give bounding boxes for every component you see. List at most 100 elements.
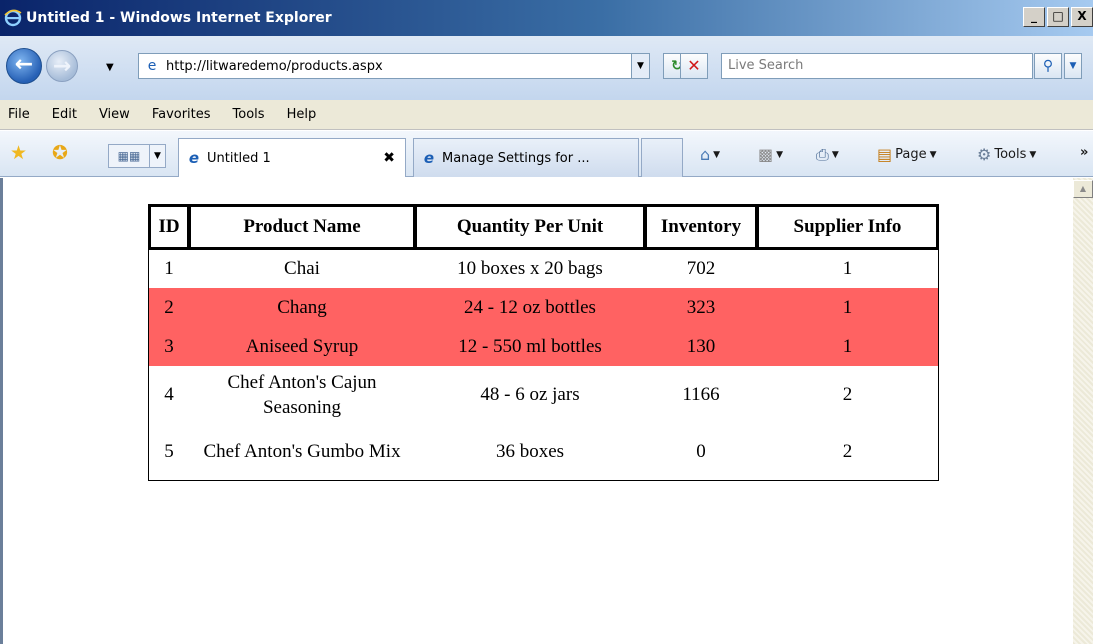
scroll-up-arrow-icon[interactable]: ▲ (1073, 180, 1093, 198)
cell-inventory: 323 (645, 288, 757, 327)
tab-manage-settings[interactable]: e Manage Settings for ... (413, 138, 639, 177)
vertical-scrollbar[interactable]: ▲ (1073, 178, 1093, 644)
forward-button[interactable]: → (46, 50, 78, 82)
column-header-quantity-per-unit: Quantity Per Unit (414, 204, 646, 250)
new-tab-button[interactable] (641, 138, 683, 177)
title-bar: Untitled 1 - Windows Internet Explorer _… (0, 0, 1093, 36)
chevron-down-icon[interactable]: ▼ (713, 150, 720, 160)
table-header-row: ID Product Name Quantity Per Unit Invent… (148, 204, 939, 250)
cell-product-name: Chef Anton's Gumbo Mix (203, 441, 401, 462)
column-header-supplier-info: Supplier Info (756, 204, 939, 250)
tab-label: Manage Settings for ... (442, 150, 590, 166)
address-field[interactable]: e http://litwaredemo/products.aspx ▼ (138, 53, 650, 79)
page-menu-label: Page (895, 147, 927, 162)
gear-icon: ⚙ (977, 145, 992, 164)
rss-feed-icon: ▩ (758, 145, 774, 164)
forward-arrow-icon: → (52, 54, 72, 79)
table-row-highlighted: 2 Chang 24 - 12 oz bottles 323 1 (149, 288, 938, 327)
menu-bar: File Edit View Favorites Tools Help (0, 100, 1093, 130)
cell-quantity-per-unit: 36 boxes (495, 441, 565, 462)
cell-supplier-info: 1 (757, 288, 938, 327)
cell-id: 1 (164, 257, 174, 279)
column-header-product-name: Product Name (188, 204, 416, 250)
tools-menu-button[interactable]: ⚙ Tools ▼ (977, 145, 1036, 164)
menu-edit[interactable]: Edit (41, 107, 88, 122)
search-options-dropdown-icon[interactable]: ▼ (1064, 53, 1082, 79)
stop-icon: ✕ (687, 56, 701, 75)
table-row: 5 Chef Anton's Gumbo Mix 36 boxes 0 2 (149, 423, 938, 480)
cell-supplier-info: 2 (842, 441, 853, 462)
back-arrow-icon: ← (14, 52, 34, 77)
minimize-button[interactable]: _ (1023, 7, 1045, 27)
cell-quantity-per-unit: 10 boxes x 20 bags (457, 257, 603, 279)
table-row: 1 Chai 10 boxes x 20 bags 702 1 (149, 249, 938, 288)
back-button[interactable]: ← (6, 48, 42, 84)
ie-page-icon: e (423, 149, 435, 167)
menu-favorites[interactable]: Favorites (141, 107, 222, 122)
cell-product-name: Chai (284, 257, 320, 279)
column-header-id: ID (148, 204, 190, 250)
page-menu-button[interactable]: ▤ Page ▼ (877, 145, 937, 164)
magnifier-icon: ⚲ (1042, 58, 1054, 74)
quick-tabs-grid-icon: ▦▦ (117, 149, 141, 163)
cell-id: 5 (164, 441, 174, 462)
feeds-button[interactable]: ▩ ▼ (758, 145, 783, 164)
chevron-down-icon[interactable]: ▼ (832, 150, 839, 160)
cell-quantity-per-unit: 48 - 6 oz jars (480, 384, 580, 405)
menu-file[interactable]: File (0, 107, 41, 122)
chevron-down-icon: ▼ (929, 149, 937, 160)
cell-inventory: 0 (696, 441, 706, 462)
cell-supplier-info: 1 (842, 257, 853, 279)
print-button[interactable]: ⎙ ▼ (816, 145, 839, 165)
chevron-down-icon: ▼ (1029, 149, 1037, 160)
favorites-center-star-icon[interactable]: ★ (10, 143, 27, 163)
ie-logo-icon (4, 9, 22, 27)
address-toolbar: ← → ▼ e http://litwaredemo/products.aspx… (0, 36, 1093, 100)
cell-quantity-per-unit: 24 - 12 oz bottles (415, 288, 645, 327)
cell-product-name: Chef Anton's Cajun Seasoning (227, 371, 377, 418)
page-icon: e (147, 58, 157, 74)
recent-pages-dropdown-icon[interactable]: ▼ (106, 62, 114, 73)
close-window-button[interactable]: X (1071, 7, 1093, 27)
window-controls: _ □ X (1023, 7, 1093, 27)
cell-id: 3 (149, 327, 189, 366)
address-dropdown-icon[interactable]: ▼ (631, 54, 649, 78)
chevron-down-icon[interactable]: ▼ (776, 150, 783, 160)
tab-list-dropdown-icon[interactable]: ▼ (150, 144, 166, 168)
chevron-right-icon: » (1080, 145, 1089, 160)
table-row-highlighted: 3 Aniseed Syrup 12 - 550 ml bottles 130 … (149, 327, 938, 366)
cell-supplier-info: 1 (757, 327, 938, 366)
tools-menu-label: Tools (994, 147, 1027, 162)
home-icon: ⌂ (700, 145, 711, 164)
home-button[interactable]: ⌂ ▼ (700, 145, 720, 164)
toolbar-overflow-button[interactable]: » (1080, 145, 1088, 160)
menu-view[interactable]: View (88, 107, 141, 122)
search-button[interactable]: ⚲ (1034, 53, 1062, 79)
tab-bar: ★ ✪ ▦▦ ▼ e Untitled 1 ✖ e Manage Setting… (0, 131, 1093, 177)
add-to-favorites-star-icon[interactable]: ✪ (52, 143, 68, 163)
cell-id: 4 (164, 384, 174, 405)
column-header-inventory: Inventory (644, 204, 758, 250)
cell-supplier-info: 2 (842, 384, 853, 405)
cell-id: 2 (149, 288, 189, 327)
close-tab-icon[interactable]: ✖ (383, 150, 395, 166)
tab-untitled-1[interactable]: e Untitled 1 ✖ (178, 138, 406, 177)
maximize-button[interactable]: □ (1047, 7, 1069, 27)
quick-tabs-button[interactable]: ▦▦ (108, 144, 150, 168)
page-icon: ▤ (877, 145, 893, 164)
table-row: 4 Chef Anton's Cajun Seasoning 48 - 6 oz… (149, 366, 938, 423)
url-text[interactable]: http://litwaredemo/products.aspx (166, 59, 383, 74)
printer-icon: ⎙ (816, 145, 829, 164)
menu-tools[interactable]: Tools (222, 107, 276, 122)
cell-product-name: Aniseed Syrup (189, 327, 415, 366)
products-table: ID Product Name Quantity Per Unit Invent… (148, 204, 939, 481)
cell-inventory: 1166 (682, 384, 720, 405)
cell-product-name: Chang (189, 288, 415, 327)
menu-help[interactable]: Help (276, 107, 328, 122)
cell-inventory: 130 (645, 327, 757, 366)
cell-quantity-per-unit: 12 - 550 ml bottles (415, 327, 645, 366)
cell-inventory: 702 (686, 257, 716, 279)
window-title: Untitled 1 - Windows Internet Explorer (26, 10, 332, 26)
search-input[interactable]: Live Search (721, 53, 1033, 79)
stop-button[interactable]: ✕ (680, 53, 708, 79)
